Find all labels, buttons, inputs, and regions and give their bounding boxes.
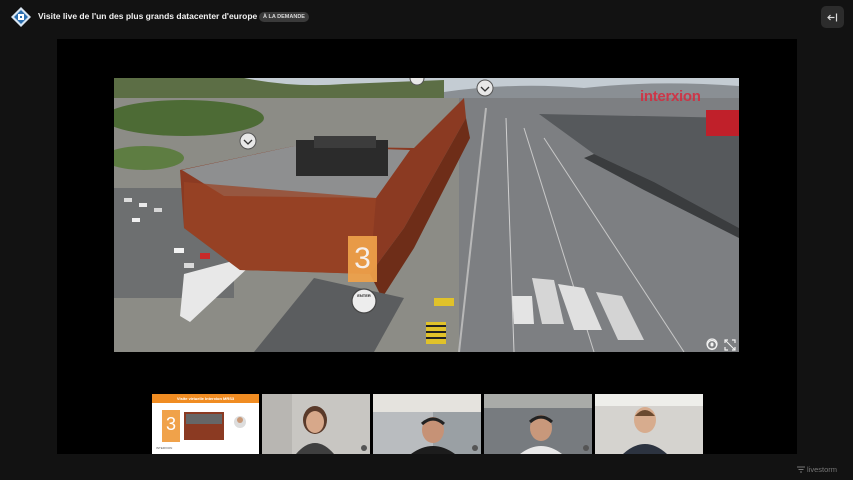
livestorm-logo-icon[interactable]: [10, 6, 32, 28]
mic-muted-icon: [583, 445, 589, 451]
interxion-logo: interxion: [640, 88, 701, 105]
participant-tile-2[interactable]: [373, 394, 481, 454]
slide-footer: INTERXION: [156, 446, 173, 450]
status-badge: À LA DEMANDE: [259, 12, 309, 22]
top-bar: Visite live de l'un des plus grands data…: [0, 0, 853, 34]
brand-footer: livestorm: [797, 465, 837, 475]
brand-label: livestorm: [807, 465, 838, 474]
fullscreen-icon[interactable]: [724, 338, 736, 351]
mic-muted-icon: [472, 445, 478, 451]
participant-tile-slide-share[interactable]: Visite virtuelle Interxion MRS3 3 INTERX…: [152, 394, 259, 454]
exit-icon: [827, 13, 838, 21]
livestorm-mark-icon: [797, 466, 805, 475]
building-number-sign: 3: [348, 236, 377, 282]
slide-number: 3: [165, 414, 176, 434]
page-title: Visite live de l'un des plus grands data…: [38, 11, 258, 21]
settings-icon[interactable]: [706, 338, 718, 351]
participant-tile-3[interactable]: [484, 394, 592, 454]
mic-muted-icon: [361, 445, 367, 451]
participant-tile-4[interactable]: [595, 394, 703, 454]
exit-button[interactable]: [821, 6, 844, 28]
main-video[interactable]: [114, 78, 739, 352]
enter-hotspot[interactable]: ENTER: [351, 293, 377, 298]
participant-tile-1[interactable]: [262, 394, 370, 454]
